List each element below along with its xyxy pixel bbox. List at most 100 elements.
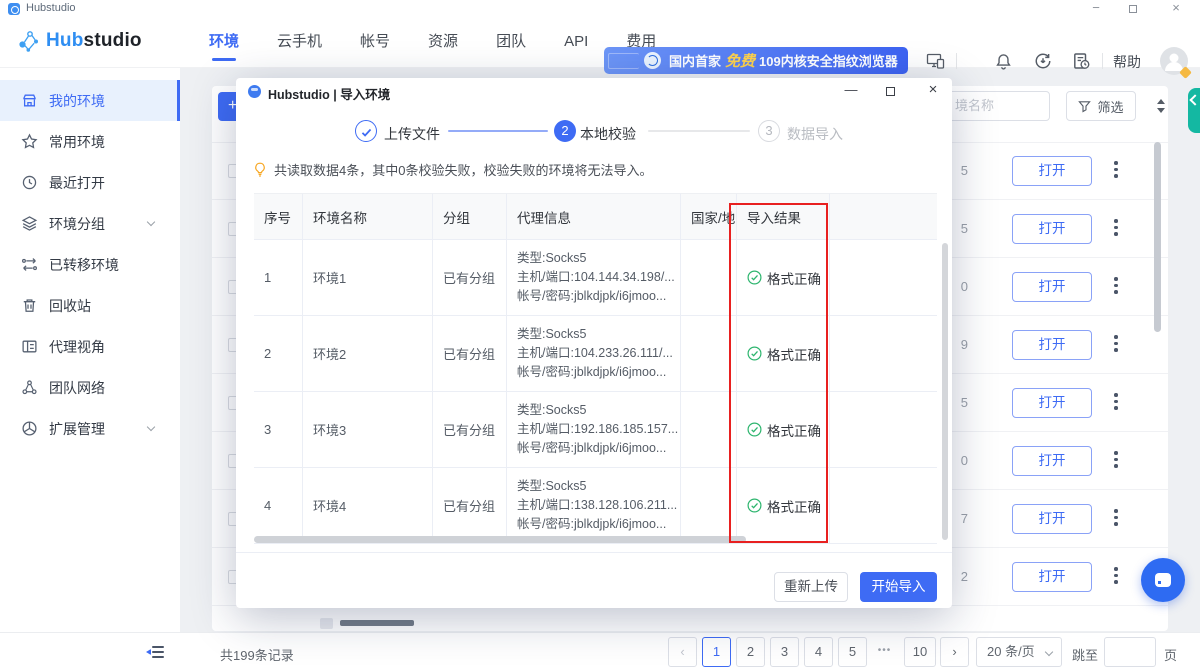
- modal-close-button[interactable]: ×: [923, 82, 943, 100]
- transfer-icon: [21, 256, 38, 273]
- open-button[interactable]: 打开: [1012, 330, 1092, 360]
- customer-service-button[interactable]: [1141, 558, 1185, 602]
- hubstudio-logo-icon: [16, 28, 42, 54]
- open-button[interactable]: 打开: [1012, 272, 1092, 302]
- start-import-button[interactable]: 开始导入: [860, 572, 937, 602]
- page-button-10[interactable]: 10: [904, 637, 936, 667]
- nav-divider: [956, 53, 957, 69]
- screen-share-icon[interactable]: [922, 48, 948, 74]
- col-header-empty: [830, 193, 937, 240]
- table-horizontal-scrollbar[interactable]: [254, 536, 746, 543]
- table-vertical-scrollbar[interactable]: [942, 243, 948, 540]
- sidebar-item-team-network[interactable]: 团队网络: [0, 367, 180, 408]
- notification-bell-icon[interactable]: [990, 48, 1016, 74]
- clock-icon: [21, 174, 38, 191]
- logo-text: Hubstudio: [46, 30, 142, 52]
- import-environment-modal: Hubstudio | 导入环境 — × 上传文件 2 本地校验 3 数据导入 …: [236, 78, 952, 608]
- page-ellipsis[interactable]: •••: [870, 637, 899, 667]
- sidebar-item-label: 常用环境: [49, 132, 105, 152]
- chevron-down-icon: [147, 218, 155, 226]
- menu-item-team[interactable]: 团队: [492, 18, 530, 68]
- search-placeholder: 境名称: [955, 98, 994, 113]
- page-button-5[interactable]: 5: [838, 637, 867, 667]
- fingerprint-icon: [644, 52, 661, 69]
- col-header-proxy: 代理信息: [507, 193, 681, 240]
- search-input[interactable]: 境名称: [948, 91, 1050, 121]
- row-more-menu-icon[interactable]: [1114, 277, 1118, 294]
- footer-bar: 共199条记录 ‹ 1 2 3 4 5 ••• 10 › 20 条/页 跳至 页: [0, 632, 1200, 670]
- filter-button[interactable]: 筛选: [1066, 91, 1136, 121]
- modal-maximize-button[interactable]: [886, 87, 895, 96]
- hubstudio-logo[interactable]: Hubstudio: [16, 28, 142, 54]
- row-more-menu-icon[interactable]: [1114, 451, 1118, 468]
- menu-item-account[interactable]: 帐号: [356, 18, 394, 68]
- open-button[interactable]: 打开: [1012, 156, 1092, 186]
- collapse-sidebar-icon[interactable]: [146, 645, 166, 660]
- prev-page-button[interactable]: ‹: [668, 637, 697, 667]
- sidebar-item-transferred-environments[interactable]: 已转移环境: [0, 244, 180, 285]
- page-button-4[interactable]: 4: [804, 637, 833, 667]
- row-more-menu-icon[interactable]: [1114, 161, 1118, 178]
- row-more-menu-icon[interactable]: [1114, 219, 1118, 236]
- page-button-2[interactable]: 2: [736, 637, 765, 667]
- sidebar-item-label: 扩展管理: [49, 419, 105, 439]
- cell-country: [681, 392, 737, 468]
- window-minimize-button[interactable]: −: [1086, 0, 1106, 18]
- chevron-down-icon: [147, 423, 155, 431]
- cell-index: 4: [254, 468, 303, 544]
- sidebar-item-environment-groups[interactable]: 环境分组: [0, 203, 180, 244]
- sidebar-item-recycle-bin[interactable]: 回收站: [0, 285, 180, 326]
- menu-item-environment[interactable]: 环境: [205, 18, 243, 68]
- reupload-button[interactable]: 重新上传: [774, 572, 848, 602]
- menu-item-cloudphone[interactable]: 云手机: [273, 18, 326, 68]
- list-scrollbar[interactable]: [1154, 142, 1161, 332]
- modal-footer-divider: [236, 552, 952, 553]
- open-button[interactable]: 打开: [1012, 388, 1092, 418]
- row-text-fragment: 5: [952, 163, 968, 178]
- menu-item-resource[interactable]: 资源: [424, 18, 462, 68]
- help-link[interactable]: 帮助: [1113, 52, 1141, 72]
- next-page-button[interactable]: ›: [940, 637, 969, 667]
- row-more-menu-icon[interactable]: [1114, 335, 1118, 352]
- total-records: 共199条记录: [220, 645, 294, 664]
- row-more-menu-icon[interactable]: [1114, 393, 1118, 410]
- sidebar-item-extension-management[interactable]: 扩展管理: [0, 408, 180, 449]
- user-avatar[interactable]: [1160, 47, 1188, 75]
- sidebar-item-my-environments[interactable]: 我的环境: [0, 80, 180, 121]
- open-button[interactable]: 打开: [1012, 214, 1092, 244]
- step-connector-done: [448, 130, 548, 132]
- sidebar-item-recently-opened[interactable]: 最近打开: [0, 162, 180, 203]
- import-preview-table: 序号 环境名称 分组 代理信息 国家/地区 导入结果 1 环境1 已有分组 类型…: [254, 193, 937, 544]
- open-button[interactable]: 打开: [1012, 446, 1092, 476]
- step-1-upload-done-icon: [355, 120, 377, 142]
- open-button[interactable]: 打开: [1012, 504, 1092, 534]
- window-maximize-button[interactable]: [1129, 5, 1137, 13]
- row-checkbox[interactable]: [320, 618, 333, 629]
- row-more-menu-icon[interactable]: [1114, 509, 1118, 526]
- menu-item-api[interactable]: API: [560, 18, 592, 68]
- sidebar-item-favorite-environments[interactable]: 常用环境: [0, 121, 180, 162]
- row-more-menu-icon[interactable]: [1114, 567, 1118, 584]
- modal-minimize-button[interactable]: —: [841, 82, 861, 100]
- page-button-1[interactable]: 1: [702, 637, 731, 667]
- col-header-name: 环境名称: [303, 193, 433, 240]
- jump-page-input[interactable]: [1104, 637, 1156, 667]
- update-check-icon[interactable]: [1030, 48, 1056, 74]
- cell-group: 已有分组: [433, 392, 507, 468]
- promo-banner[interactable]: 国内首家 免费 109内核安全指纹浏览器: [604, 47, 908, 74]
- sidebar-item-label: 代理视角: [49, 337, 105, 357]
- sort-control[interactable]: [1156, 97, 1166, 115]
- side-panel-tab[interactable]: [1188, 88, 1200, 133]
- open-button[interactable]: 打开: [1012, 562, 1092, 592]
- page-size-select[interactable]: 20 条/页: [976, 637, 1062, 667]
- sidebar-item-proxy-view[interactable]: 代理视角: [0, 326, 180, 367]
- window-close-button[interactable]: ×: [1166, 0, 1186, 18]
- log-history-icon[interactable]: [1068, 48, 1094, 74]
- check-circle-icon: [747, 498, 762, 513]
- row-text-fragment: 2: [952, 569, 968, 584]
- cell-result: 格式正确: [737, 392, 830, 468]
- layers-icon: [21, 215, 38, 232]
- page-button-3[interactable]: 3: [770, 637, 799, 667]
- filter-label: 筛选: [1097, 97, 1123, 116]
- sidebar-item-label: 团队网络: [49, 378, 105, 398]
